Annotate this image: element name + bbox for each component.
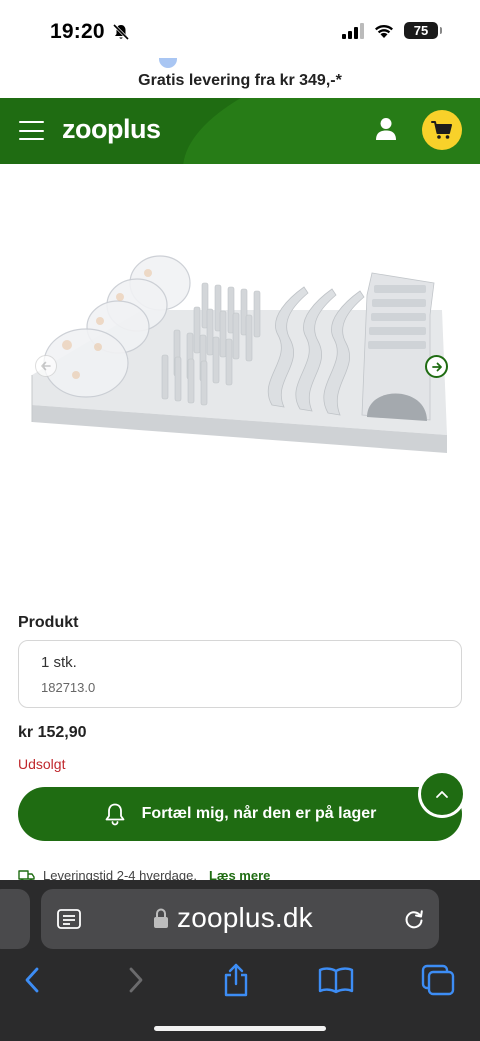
notify-me-label: Fortæl mig, når den er på lager	[141, 805, 377, 822]
product-image[interactable]	[22, 245, 452, 460]
scroll-to-top-button[interactable]	[421, 773, 463, 815]
address-bar[interactable]: zooplus.dk	[41, 889, 439, 949]
promo-indicator	[159, 58, 177, 68]
promo-text: Gratis levering fra kr 349,-*	[138, 72, 342, 89]
site-header: zooplus	[0, 98, 480, 164]
notify-me-button[interactable]: Fortæl mig, når den er på lager	[18, 787, 462, 841]
reload-icon[interactable]	[403, 908, 425, 930]
cart-button[interactable]	[422, 110, 462, 150]
share-icon	[224, 963, 248, 997]
status-icons: 75	[342, 22, 442, 39]
wifi-icon	[375, 24, 393, 38]
tabs-icon	[421, 964, 455, 996]
variant-name: 1 stk.	[41, 654, 77, 671]
signal-icon	[342, 22, 364, 39]
back-icon	[25, 967, 39, 993]
gallery-prev-button[interactable]	[35, 355, 57, 377]
home-indicator	[154, 1026, 326, 1031]
arrow-left-icon	[41, 361, 51, 371]
tabs-button[interactable]	[418, 960, 458, 1000]
lock-icon	[154, 908, 168, 928]
logo[interactable]: zooplus	[62, 114, 161, 145]
forward-icon	[129, 967, 143, 993]
forward-button[interactable]	[116, 960, 156, 1000]
previous-tab-preview[interactable]	[0, 889, 30, 949]
availability-status: Udsolgt	[18, 756, 66, 772]
status-bar: 19:20 75	[0, 0, 480, 62]
reader-icon[interactable]	[57, 909, 81, 929]
bell-icon	[105, 803, 125, 826]
cart-icon	[431, 121, 452, 139]
share-button[interactable]	[216, 960, 256, 1000]
bookmarks-icon	[318, 967, 354, 994]
variant-selector[interactable]: 1 stk. 182713.0	[18, 640, 462, 708]
promo-banner[interactable]: Gratis levering fra kr 349,-*	[0, 58, 480, 98]
arrow-right-icon	[431, 362, 442, 371]
battery-indicator: 75	[404, 22, 442, 39]
back-button[interactable]	[12, 960, 52, 1000]
browser-toolbar	[0, 960, 480, 1004]
gallery-next-button[interactable]	[425, 355, 448, 378]
bookmarks-button[interactable]	[316, 960, 356, 1000]
bell-slash-icon	[112, 23, 130, 41]
status-time: 19:20	[50, 20, 105, 43]
product-gallery	[0, 165, 480, 595]
user-icon[interactable]	[375, 117, 397, 141]
browser-chrome: zooplus.dk	[0, 880, 480, 1041]
url-text[interactable]: zooplus.dk	[177, 902, 313, 934]
variant-sku: 182713.0	[41, 680, 96, 695]
product-section-label: Produkt	[18, 614, 79, 631]
chevron-up-icon	[436, 791, 448, 798]
product-price: kr 152,90	[18, 724, 87, 741]
menu-icon[interactable]	[19, 121, 44, 140]
